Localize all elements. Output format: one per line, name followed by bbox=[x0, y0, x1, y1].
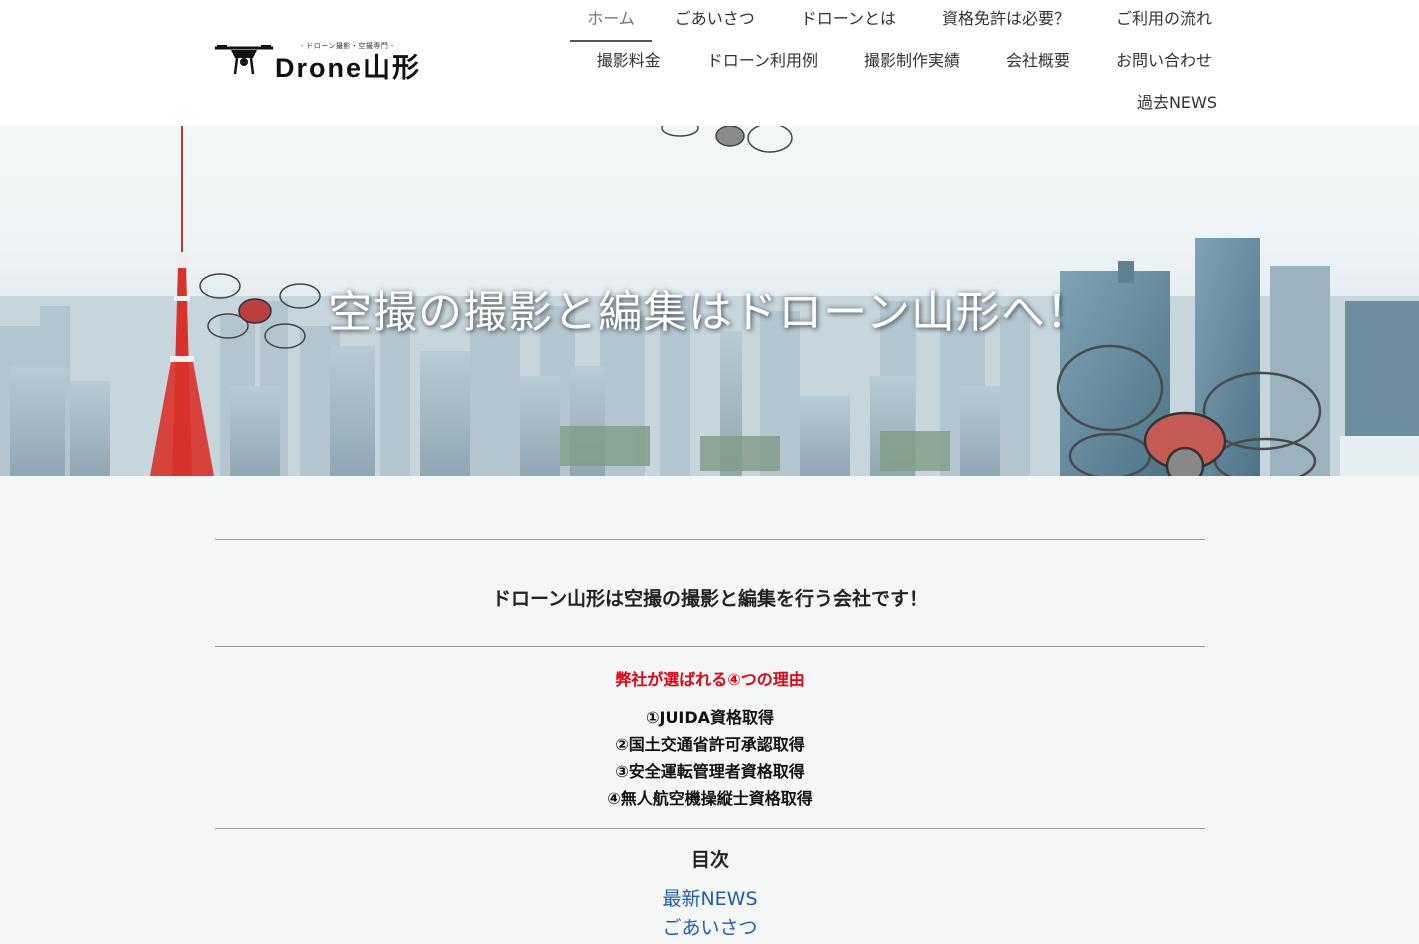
reason-item: ①JUIDA資格取得 bbox=[645, 708, 775, 727]
nav-flow[interactable]: ご利用の流れ bbox=[1093, 0, 1212, 40]
reason-item: ③安全運転管理者資格取得 bbox=[615, 762, 805, 781]
main-nav-row-1: ホーム ごあいさつ ドローンとは 資格免許は必要？ ご利用の流れ bbox=[570, 0, 1212, 42]
main-nav-row-3: 過去NEWS bbox=[1114, 84, 1217, 124]
nav-license[interactable]: 資格免許は必要？ bbox=[919, 0, 1093, 40]
nav-company[interactable]: 会社概要 bbox=[983, 42, 1093, 82]
site-header: - ドローン撮影・空撮専門 - Drone山形 ホーム ごあいさつ ドローンとは… bbox=[0, 0, 1419, 126]
nav-pricing[interactable]: 撮影料金 bbox=[574, 42, 684, 82]
nav-use-cases[interactable]: ドローン利用例 bbox=[684, 42, 841, 82]
lead-text: ドローン山形は空撮の撮影と編集を行う会社です！ bbox=[491, 588, 929, 610]
hero-title: 空撮の撮影と編集はドローン山形へ！ bbox=[328, 287, 1091, 338]
reason-item: ②国土交通省許可承認取得 bbox=[615, 735, 805, 754]
nav-contact[interactable]: お問い合わせ bbox=[1093, 42, 1212, 82]
divider bbox=[215, 539, 1205, 540]
site-logo[interactable]: - ドローン撮影・空撮専門 - Drone山形 bbox=[213, 38, 445, 83]
hero-banner: 空撮の撮影と編集はドローン山形へ！ bbox=[0, 126, 1419, 476]
toc-title: 目次 bbox=[690, 849, 729, 871]
drone-logo-icon bbox=[215, 45, 273, 75]
logo-text: Drone山形 bbox=[275, 53, 422, 83]
divider bbox=[215, 828, 1205, 829]
nav-greeting[interactable]: ごあいさつ bbox=[652, 0, 778, 40]
toc-link-latest-news[interactable]: 最新NEWS bbox=[215, 884, 1205, 911]
main-nav-row-2: 撮影料金 ドローン利用例 撮影制作実績 会社概要 お問い合わせ bbox=[574, 42, 1212, 82]
reasons-heading: 弊社が選ばれる④つの理由 bbox=[615, 670, 805, 689]
nav-home[interactable]: ホーム bbox=[570, 0, 652, 42]
nav-works[interactable]: 撮影制作実績 bbox=[841, 42, 983, 82]
toc-link-greeting[interactable]: ごあいさつ bbox=[215, 913, 1205, 940]
nav-past-news[interactable]: 過去NEWS bbox=[1114, 84, 1217, 124]
drone-illustration-top bbox=[661, 126, 793, 153]
nav-about-drone[interactable]: ドローンとは bbox=[778, 0, 919, 40]
reason-item: ④無人航空機操縦士資格取得 bbox=[607, 789, 813, 808]
divider bbox=[215, 646, 1205, 647]
